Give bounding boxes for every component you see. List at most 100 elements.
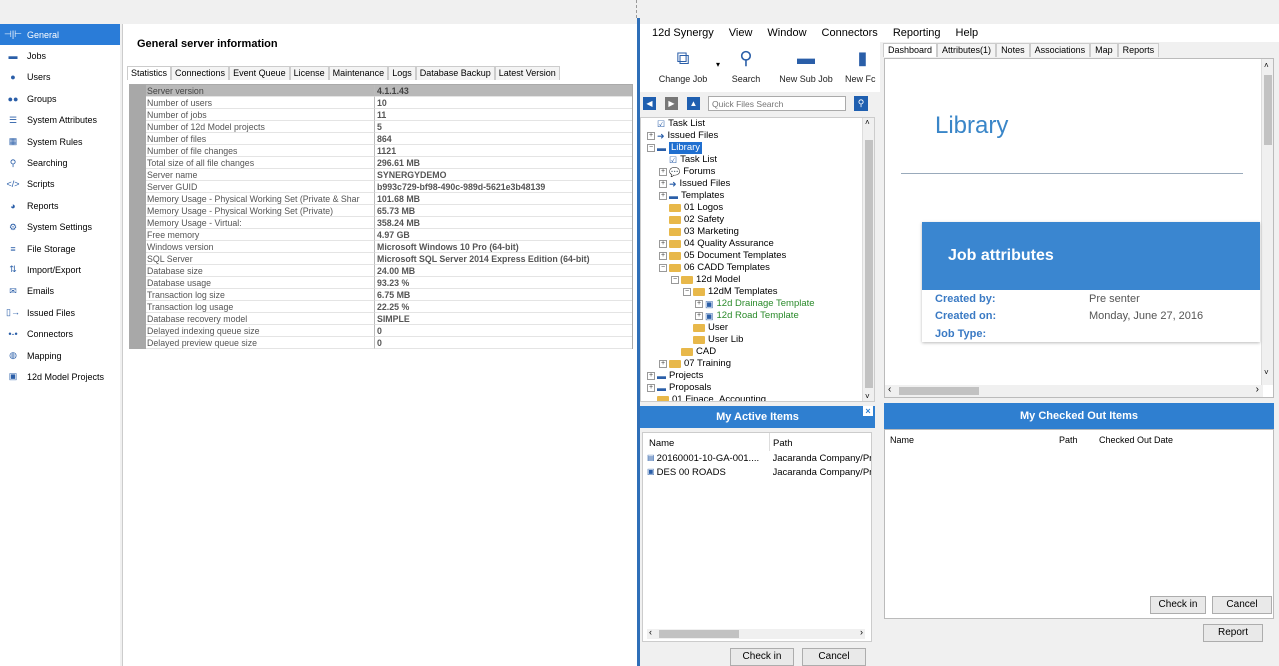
tree-node[interactable]: − 06 CADD Templates	[659, 262, 770, 274]
up-icon[interactable]: ▲	[687, 97, 700, 110]
table-row[interactable]: Number of file changes 1121	[130, 145, 632, 157]
report-button[interactable]: Report	[1203, 624, 1263, 642]
column-header-path[interactable]: Path	[1059, 435, 1078, 445]
sidebar-item-groups[interactable]: ●● Groups	[0, 88, 120, 109]
dashboard-hscrollbar[interactable]: ‹ ›	[885, 384, 1263, 397]
table-row[interactable]: Memory Usage - Physical Working Set (Pri…	[130, 193, 632, 205]
table-row[interactable]: Transaction log usage 22.25 %	[130, 301, 632, 313]
sidebar-item-searching[interactable]: ⚲ Searching	[0, 152, 120, 173]
tree-node[interactable]: User	[683, 322, 728, 334]
tree-node[interactable]: +07 Training	[659, 358, 731, 370]
sidebar-item-general[interactable]: ⊣|⊢ General	[0, 24, 120, 46]
table-row[interactable]: Delayed preview queue size 0	[130, 337, 632, 349]
tab-reports[interactable]: Reports	[1117, 43, 1160, 57]
menu-reporting[interactable]: Reporting	[893, 27, 941, 39]
tree-node[interactable]: − ▬ Library	[647, 142, 703, 154]
list-item[interactable]: ▣ DES 00 ROADS Jacaranda Company/Pr	[647, 467, 871, 480]
quick-files-search-input[interactable]	[708, 96, 846, 111]
sidebar-item-scripts[interactable]: </> Scripts	[0, 174, 120, 195]
tab-dashboard[interactable]: Dashboard	[883, 43, 938, 57]
tree-node[interactable]: + ▬ Proposals	[647, 382, 711, 394]
expand-icon[interactable]: +	[659, 360, 667, 368]
expand-icon[interactable]: +	[647, 372, 655, 380]
table-row[interactable]: Memory Usage - Physical Working Set (Pri…	[130, 205, 632, 217]
table-row[interactable]: Number of jobs 11	[130, 109, 632, 121]
menu-help[interactable]: Help	[956, 27, 979, 39]
table-row[interactable]: Database size 24.00 MB	[130, 265, 632, 277]
expand-icon[interactable]: +	[659, 192, 667, 200]
expand-icon[interactable]: +	[647, 132, 655, 140]
table-row[interactable]: Transaction log size 6.75 MB	[130, 289, 632, 301]
tab-license[interactable]: License	[289, 66, 329, 80]
table-row[interactable]: Number of 12d Model projects 5	[130, 121, 632, 133]
tree-node[interactable]: +05 Document Templates	[659, 250, 786, 262]
sidebar-item-reports[interactable]: ◕ Reports	[0, 195, 120, 216]
new-sub-job-button[interactable]: ▬ New Sub Job	[776, 48, 836, 84]
table-row[interactable]: Number of files 864	[130, 133, 632, 145]
active-cancel-button[interactable]: Cancel	[802, 648, 866, 666]
expand-icon[interactable]: +	[695, 312, 703, 320]
menu-window[interactable]: Window	[767, 27, 806, 39]
column-header-path[interactable]: Path	[773, 438, 793, 449]
tab-latest-version[interactable]: Latest Version	[494, 66, 560, 80]
tree-node[interactable]: ☑ Task List	[647, 118, 705, 130]
table-row[interactable]: Server GUID b993c729-bf98-490c-989d-5621e…	[130, 181, 632, 193]
tab-database-backup[interactable]: Database Backup	[415, 66, 495, 80]
sidebar-item-connectors[interactable]: •-• Connectors	[0, 323, 120, 344]
hscroll-thumb[interactable]	[659, 630, 739, 638]
tree-node[interactable]: 03 Marketing	[659, 226, 739, 238]
table-row[interactable]: Database recovery model SIMPLE	[130, 313, 632, 325]
tree-node[interactable]: + ➜ Issued Files	[659, 178, 730, 190]
tab-event-queue[interactable]: Event Queue	[229, 66, 290, 80]
tree-node[interactable]: − 12d Model	[671, 274, 740, 286]
checkout-cancel-button[interactable]: Cancel	[1212, 596, 1272, 614]
tree-node[interactable]: + ▬ Templates	[659, 190, 724, 202]
table-row[interactable]: Database usage 93.23 %	[130, 277, 632, 289]
tab-connections[interactable]: Connections	[171, 66, 230, 80]
tree-node[interactable]: 01 Finace_Accounting	[647, 394, 766, 401]
hscroll-thumb[interactable]	[899, 387, 979, 395]
table-row[interactable]: Windows version Microsoft Windows 10 Pro …	[130, 241, 632, 253]
table-row[interactable]: Free memory 4.97 GB	[130, 229, 632, 241]
sidebar-item-file-storage[interactable]: ≡ File Storage	[0, 238, 120, 259]
tree-node[interactable]: User Lib	[683, 334, 743, 346]
expand-icon[interactable]: +	[647, 384, 655, 392]
horizontal-scrollbar[interactable]: ‹ ›	[647, 627, 865, 639]
tree-scrollbar[interactable]: ˄ ˅	[862, 118, 874, 401]
tab-notes[interactable]: Notes	[996, 43, 1030, 57]
expand-icon[interactable]: +	[695, 300, 703, 308]
back-icon[interactable]: ◀	[643, 97, 656, 110]
tree-node[interactable]: 02 Safety	[659, 214, 724, 226]
checkout-check-in-button[interactable]: Check in	[1150, 596, 1206, 614]
sidebar-item-12d-model-projects[interactable]: ▣ 12d Model Projects	[0, 366, 120, 387]
table-row[interactable]: Server name SYNERGYDEMO	[130, 169, 632, 181]
close-icon[interactable]: ×	[863, 406, 873, 416]
scroll-down-icon[interactable]: ˅	[865, 392, 870, 401]
column-header-name[interactable]: Name	[649, 438, 674, 449]
tree-node[interactable]: +04 Quality Assurance	[659, 238, 774, 250]
column-header-checked-out-date[interactable]: Checked Out Date	[1099, 435, 1173, 445]
search-button[interactable]: ⚲ Search	[728, 48, 764, 84]
expand-icon[interactable]: +	[659, 168, 667, 176]
sidebar-item-mapping[interactable]: ◍ Mapping	[0, 345, 120, 366]
sidebar-item-system-settings[interactable]: ⚙ System Settings	[0, 217, 120, 238]
column-header-name[interactable]: Name	[890, 435, 914, 445]
sidebar-item-system-attributes[interactable]: ☰ System Attributes	[0, 110, 120, 131]
tree-node[interactable]: ☑ Task List	[659, 154, 717, 166]
tab-statistics[interactable]: Statistics	[127, 66, 172, 80]
tree-node[interactable]: − 12dM Templates	[683, 286, 778, 298]
change-job-button[interactable]: ⧉ Change Job	[658, 48, 708, 84]
table-row[interactable]: Number of users 10	[130, 97, 632, 109]
collapse-icon[interactable]: −	[683, 288, 691, 296]
change-job-dropdown-icon[interactable]: ▾	[716, 60, 720, 69]
sidebar-item-users[interactable]: ● Users	[0, 67, 120, 88]
table-row[interactable]: Server version 4.1.1.43	[130, 85, 632, 97]
tab-maintenance[interactable]: Maintenance	[328, 66, 389, 80]
tab-associations[interactable]: Associations	[1029, 43, 1091, 57]
sidebar-item-system-rules[interactable]: ▦ System Rules	[0, 131, 120, 152]
scroll-down-icon[interactable]: ˅	[1264, 368, 1269, 377]
tree-node[interactable]: + ▬ Projects	[647, 370, 703, 382]
sidebar-item-emails[interactable]: ✉ Emails	[0, 281, 120, 302]
expand-icon[interactable]: +	[659, 252, 667, 260]
tree-node[interactable]: + ➜ Issued Files	[647, 130, 718, 142]
